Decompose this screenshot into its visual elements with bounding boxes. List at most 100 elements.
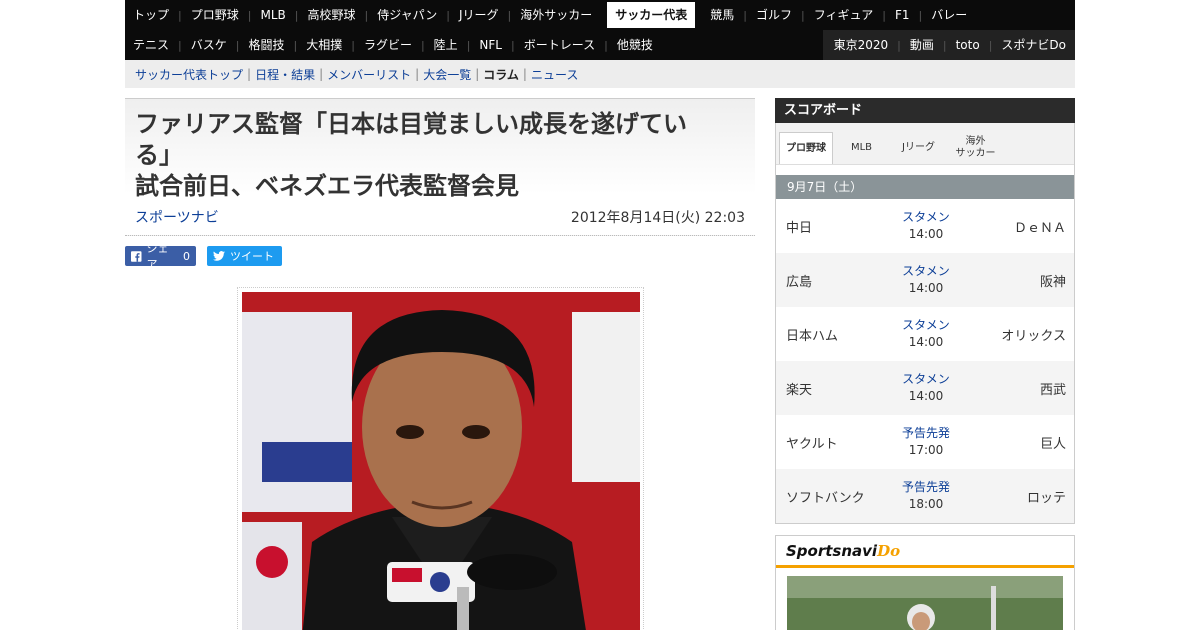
global-nav-item-3[interactable]: 高校野球 xyxy=(298,0,364,30)
game-row[interactable]: ソフトバンク 予告先発 18:00 ロッテ xyxy=(776,469,1074,523)
scoreboard: プロ野球 MLB Jリーグ 海外 サッカー 9月7日（土） 中日 スタメン 14:00 ＤｅＮ… xyxy=(775,123,1075,524)
game-row[interactable]: 広島 スタメン 14:00 阪神 xyxy=(776,253,1074,307)
subnav-link-3[interactable]: 大会一覧 xyxy=(423,66,471,83)
global-nav-right-item-0[interactable]: 東京2020 xyxy=(825,30,898,60)
game-status-link[interactable]: スタメン xyxy=(896,316,956,333)
game-status-link[interactable]: スタメン xyxy=(896,262,956,279)
game-time: 14:00 xyxy=(908,281,944,295)
game-row[interactable]: 楽天 スタメン 14:00 西武 xyxy=(776,361,1074,415)
away-team: ロッテ xyxy=(1026,491,1066,506)
scoreboard-date: 9月7日（土） xyxy=(776,175,1074,199)
article-date: 2012年8月14日(火) 22:03 xyxy=(570,210,745,226)
scoreboard-tab-label: MLB xyxy=(850,142,873,153)
global-nav-row2-item-7[interactable]: ボートレース xyxy=(515,30,604,60)
global-nav-right: 東京2020 | 動画 | toto | スポナビDo xyxy=(822,30,1075,60)
global-nav-row2-item-2[interactable]: 格闘技 xyxy=(239,30,293,60)
game-time: 17:00 xyxy=(908,443,944,457)
sidebar: スコアボード プロ野球 MLB Jリーグ 海外 サッカー 9月7日（土） 中日 スタメン 1… xyxy=(775,98,1075,630)
sportsnavi-do-promo[interactable]: SportsnaviDo xyxy=(775,535,1075,630)
global-nav-row2-item-0[interactable]: テニス xyxy=(125,30,178,60)
global-nav-item-10[interactable]: フィギュア xyxy=(805,0,883,30)
home-team: 楽天 xyxy=(786,383,813,398)
article-source-link[interactable]: スポーツナビ xyxy=(135,207,219,227)
global-nav-row2-item-1[interactable]: バスケ xyxy=(182,30,236,60)
golfer-photo xyxy=(787,576,1063,630)
scoreboard-tab-2[interactable]: Jリーグ xyxy=(890,132,947,164)
home-team: 日本ハム xyxy=(786,329,839,344)
game-time: 18:00 xyxy=(908,497,944,511)
global-nav-item-0[interactable]: トップ xyxy=(125,0,178,30)
press-conference-photo xyxy=(242,292,640,630)
global-nav-item-4[interactable]: 侍ジャパン xyxy=(368,0,446,30)
away-team: 西武 xyxy=(1039,383,1066,398)
global-nav-item-7[interactable]: サッカー代表 xyxy=(607,2,696,28)
global-nav-row2-item-5[interactable]: 陸上 xyxy=(425,30,467,60)
article-title-line-1: ファリアス監督「日本は目覚ましい成長を遂げてい xyxy=(135,110,687,138)
subnav-link-5[interactable]: ニュース xyxy=(531,66,578,83)
subnav-link-2[interactable]: メンバーリスト xyxy=(327,66,411,83)
scoreboard-title: スコアボード xyxy=(775,98,1075,123)
game-status-link[interactable]: スタメン xyxy=(896,208,956,225)
global-nav-item-12[interactable]: バレー xyxy=(922,0,976,30)
global-nav-row-2: テニス | バスケ | 格闘技 | 大相撲 | ラグビー | 陸上 | NFL | ボートレース | 他競技 東京… xyxy=(125,30,1075,60)
global-nav-row2-item-3[interactable]: 大相撲 xyxy=(297,30,351,60)
global-nav-row-1: トップ | プロ野球 | MLB | 高校野球 | 侍ジャパン | Jリーグ | 海外サッカー サッカー代… xyxy=(125,0,1075,30)
game-time: 14:00 xyxy=(908,335,944,349)
twitter-bird-icon xyxy=(213,251,225,261)
subnav-separator: | xyxy=(522,67,527,81)
scoreboard-tab-label: Jリーグ xyxy=(902,142,935,153)
article-header: ファリアス監督「日本は目覚ましい成長を遂げてい る」 試合前日、ベネズエラ代表監… xyxy=(125,98,755,236)
article-title-line-2: る」 xyxy=(135,141,183,169)
tweet-button[interactable]: ツイート xyxy=(207,246,282,266)
game-status-link[interactable]: 予告先発 xyxy=(896,478,956,495)
subnav-separator: | xyxy=(475,67,480,81)
sportsnavi-do-logo: SportsnaviDo xyxy=(786,542,900,560)
facebook-share-button[interactable]: シェア 0 xyxy=(125,242,196,271)
promo-header: SportsnaviDo xyxy=(776,536,1074,568)
subnav-link-0[interactable]: サッカー代表トップ xyxy=(135,66,243,83)
global-nav-right-item-2[interactable]: toto xyxy=(947,30,989,60)
global-nav-item-8[interactable]: 競馬 xyxy=(701,0,743,30)
global-nav-row2-item-6[interactable]: NFL xyxy=(470,30,511,60)
promo-image[interactable] xyxy=(787,576,1063,630)
global-nav-item-2[interactable]: MLB xyxy=(251,0,294,30)
game-row[interactable]: ヤクルト 予告先発 17:00 巨人 xyxy=(776,415,1074,469)
global-nav-row2-item-4[interactable]: ラグビー xyxy=(355,30,421,60)
scoreboard-tab-3[interactable]: 海外 サッカー xyxy=(947,132,1004,164)
global-nav-item-11[interactable]: F1 xyxy=(886,0,919,30)
away-team: 巨人 xyxy=(1039,437,1066,452)
scoreboard-tab-0[interactable]: プロ野球 xyxy=(779,132,833,164)
logo-accent: Do xyxy=(877,542,901,560)
scoreboard-tab-1[interactable]: MLB xyxy=(833,132,890,164)
scoreboard-tabs: プロ野球 MLB Jリーグ 海外 サッカー xyxy=(776,123,1074,165)
global-nav-right-item-3[interactable]: スポナビDo xyxy=(992,30,1075,60)
global-nav-item-9[interactable]: ゴルフ xyxy=(747,0,801,30)
subnav-link-4[interactable]: コラム xyxy=(483,66,519,83)
share-buttons: シェア 0 ツイート xyxy=(125,242,282,271)
away-team: オリックス xyxy=(1001,329,1066,344)
game-status-link[interactable]: スタメン xyxy=(896,370,956,387)
scoreboard-tab-label: プロ野球 xyxy=(786,142,826,154)
global-nav-right-item-1[interactable]: 動画 xyxy=(901,30,943,60)
facebook-icon xyxy=(131,250,142,262)
game-row[interactable]: 日本ハム スタメン 14:00 オリックス xyxy=(776,307,1074,361)
logo-text: Sportsnavi xyxy=(786,542,878,560)
away-team: 阪神 xyxy=(1039,275,1066,290)
global-nav-row2-item-8[interactable]: 他競技 xyxy=(608,30,662,60)
share-count: 0 xyxy=(183,249,190,263)
global-nav-item-5[interactable]: Jリーグ xyxy=(450,0,508,30)
subnav-separator: | xyxy=(247,67,252,81)
page-wrapper: トップ | プロ野球 | MLB | 高校野球 | 侍ジャパン | Jリーグ | 海外サッカー サッカー代… xyxy=(125,0,1075,630)
game-status-link[interactable]: 予告先発 xyxy=(896,424,956,441)
share-label: シェア xyxy=(146,242,169,271)
game-row[interactable]: 中日 スタメン 14:00 ＤｅＮＡ xyxy=(776,199,1074,253)
game-list: 中日 スタメン 14:00 ＤｅＮＡ 広島 スタメン 14:00 阪神 日本ハム スタメン 14:0… xyxy=(776,199,1074,523)
article-subtitle: 試合前日、ベネズエラ代表監督会見 xyxy=(135,172,519,200)
home-team: 中日 xyxy=(786,221,813,236)
global-nav-item-1[interactable]: プロ野球 xyxy=(182,0,248,30)
subnav-separator: | xyxy=(319,67,324,81)
subnav-link-1[interactable]: 日程・結果 xyxy=(255,66,315,83)
game-time: 14:00 xyxy=(908,227,944,241)
home-team: ヤクルト xyxy=(786,437,838,452)
global-nav-item-6[interactable]: 海外サッカー xyxy=(511,0,601,30)
